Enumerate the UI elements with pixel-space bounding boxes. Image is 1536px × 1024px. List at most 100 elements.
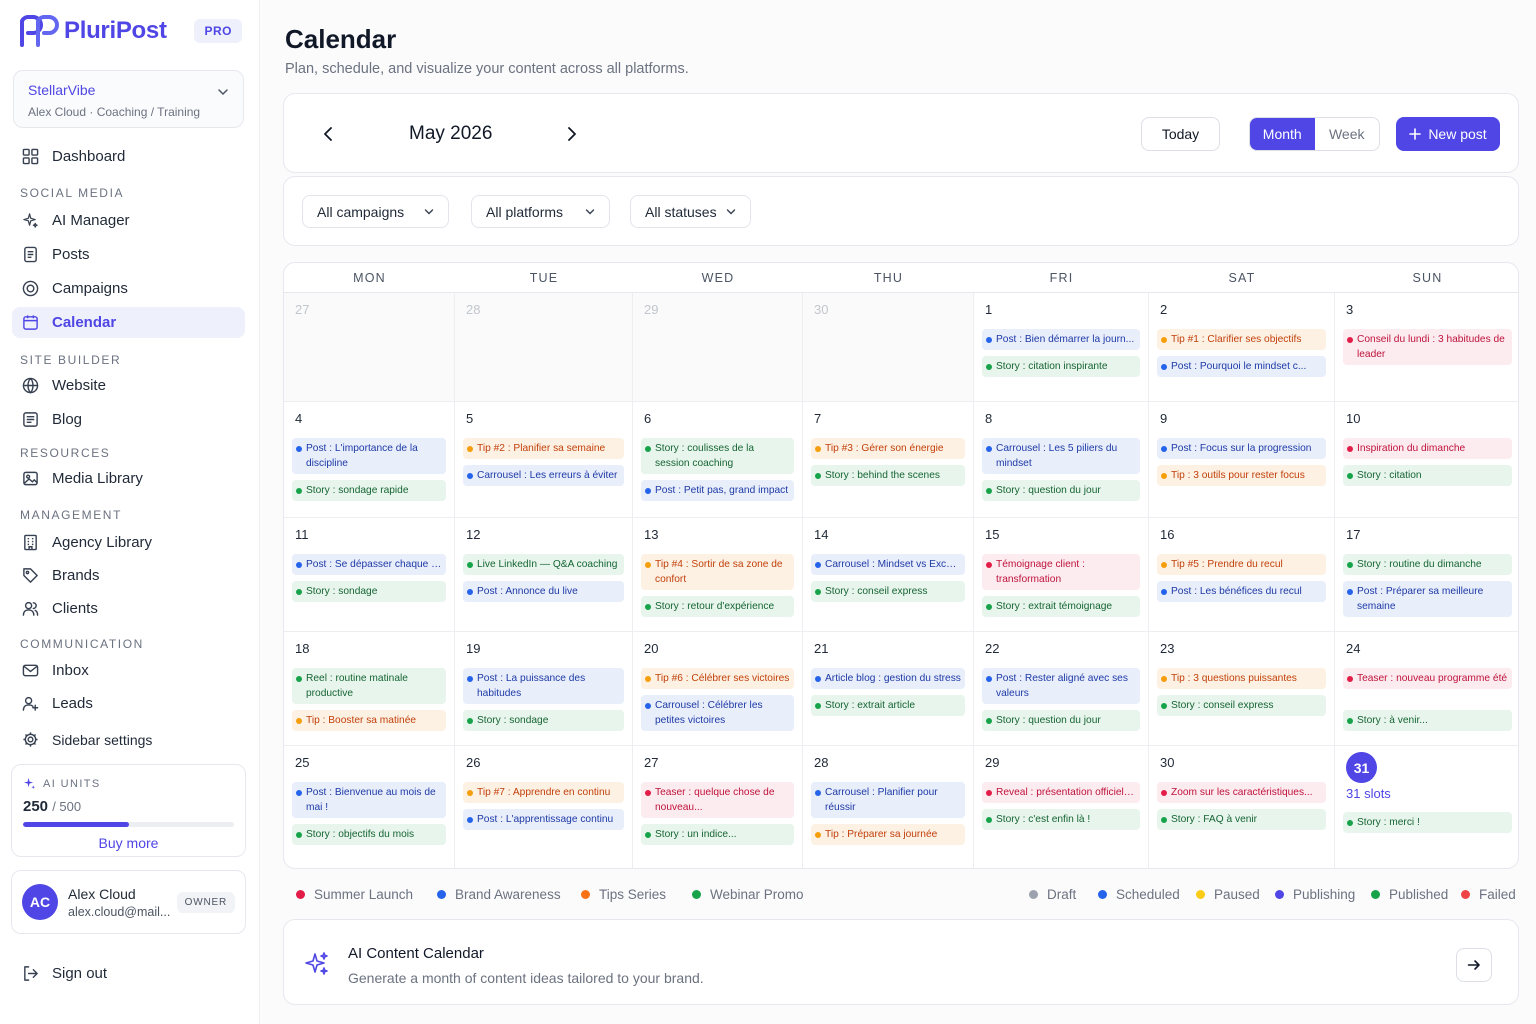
day-cell[interactable]: 16 Tip #5 : Prendre du recul Post : Les bé… xyxy=(1149,518,1335,632)
campaign-filter-select[interactable]: All campaigns xyxy=(302,195,449,228)
calendar-event[interactable]: Story : question du jour xyxy=(982,480,1140,501)
day-cell[interactable]: 4 Post : L'importance de la discipline Sto… xyxy=(284,402,455,518)
brand-logo[interactable]: PluriPost PRO xyxy=(18,14,242,48)
buy-more-link[interactable]: Buy more xyxy=(23,835,234,851)
calendar-event[interactable]: Article blog : gestion du stress xyxy=(811,668,965,689)
calendar-event[interactable]: Story : c'est enfin là ! xyxy=(982,809,1140,830)
nav-campaigns[interactable]: Campaigns xyxy=(12,273,245,304)
calendar-event[interactable]: Post : Les bénéfices du recul xyxy=(1157,581,1326,602)
day-cell[interactable]: 2 Tip #1 : Clarifier ses objectifs Post : … xyxy=(1149,293,1335,402)
calendar-event[interactable]: Story : conseil express xyxy=(1157,695,1326,716)
calendar-event[interactable]: Live LinkedIn — Q&A coaching xyxy=(463,554,624,575)
day-cell[interactable]: 27 Teaser : quelque chose de nouveau... St… xyxy=(633,746,803,868)
nav-dashboard[interactable]: Dashboard xyxy=(12,141,245,172)
calendar-event[interactable]: Teaser : nouveau programme été xyxy=(1343,668,1512,689)
view-week-button[interactable]: Week xyxy=(1315,118,1380,150)
chevron-left-icon[interactable] xyxy=(320,125,338,143)
calendar-event[interactable]: Carrousel : Mindset vs Excuses xyxy=(811,554,965,575)
day-cell[interactable]: 7 Tip #3 : Gérer son énergie Story : behin… xyxy=(803,402,974,518)
nav-clients[interactable]: Clients xyxy=(12,593,245,624)
calendar-event[interactable]: Tip #3 : Gérer son énergie xyxy=(811,438,965,459)
calendar-event[interactable]: Story : merci ! xyxy=(1343,812,1512,833)
calendar-event[interactable]: Teaser : quelque chose de nouveau... xyxy=(641,782,794,818)
calendar-event[interactable]: Carrousel : Célébrer les petites victoir… xyxy=(641,695,794,731)
day-cell[interactable]: 28 Carrousel : Planifier pour réussir Tip … xyxy=(803,746,974,868)
calendar-event[interactable]: Post : Bien démarrer la journ... xyxy=(982,329,1140,350)
calendar-event[interactable]: Story : extrait article xyxy=(811,695,965,716)
nav-media-library[interactable]: Media Library xyxy=(12,463,245,494)
calendar-event[interactable]: Tip : 3 questions puissantes xyxy=(1157,668,1326,689)
nav-agency-library[interactable]: Agency Library xyxy=(12,527,245,558)
calendar-event[interactable]: Conseil du lundi : 3 habitudes de leader xyxy=(1343,329,1512,365)
calendar-event[interactable]: Tip : Booster sa matinée xyxy=(292,710,446,731)
day-cell[interactable]: 11 Post : Se dépasser chaque jour Story : … xyxy=(284,518,455,632)
chevron-right-icon[interactable] xyxy=(562,125,580,143)
view-month-button[interactable]: Month xyxy=(1250,118,1315,150)
calendar-event[interactable]: Tip #1 : Clarifier ses objectifs xyxy=(1157,329,1326,350)
calendar-event[interactable]: Tip #4 : Sortir de sa zone de confort xyxy=(641,554,794,590)
day-cell[interactable]: 13 Tip #4 : Sortir de sa zone de confort S… xyxy=(633,518,803,632)
calendar-event[interactable]: Tip #6 : Célébrer ses victoires xyxy=(641,668,794,689)
calendar-event[interactable]: Story : extrait témoignage xyxy=(982,596,1140,617)
calendar-event[interactable]: Tip #5 : Prendre du recul xyxy=(1157,554,1326,575)
day-cell[interactable]: 31 31 slots Story : merci ! xyxy=(1335,746,1518,868)
user-profile-card[interactable]: AC Alex Cloud alex.cloud@mail... OWNER xyxy=(11,870,246,934)
day-cell[interactable]: 9 Post : Focus sur la progression Tip : 3 … xyxy=(1149,402,1335,518)
platform-filter-select[interactable]: All platforms xyxy=(471,195,610,228)
calendar-event[interactable]: Story : à venir... xyxy=(1343,710,1512,731)
calendar-event[interactable]: Post : La puissance des habitudes xyxy=(463,668,624,704)
nav-inbox[interactable]: Inbox xyxy=(12,655,245,686)
day-cell[interactable]: 5 Tip #2 : Planifier sa semaine Carrousel … xyxy=(455,402,633,518)
nav-calendar[interactable]: Calendar xyxy=(12,307,245,338)
day-cell[interactable]: 21 Article blog : gestion du stress Story … xyxy=(803,632,974,746)
calendar-event[interactable]: Post : L'apprentissage continu xyxy=(463,809,624,830)
nav-blog[interactable]: Blog xyxy=(12,404,245,435)
calendar-event[interactable]: Story : routine du dimanche xyxy=(1343,554,1512,575)
calendar-event[interactable]: Story : un indice... xyxy=(641,824,794,845)
calendar-event[interactable]: Story : conseil express xyxy=(811,581,965,602)
calendar-event[interactable]: Reel : routine matinale productive xyxy=(292,668,446,704)
calendar-event[interactable]: Story : sondage xyxy=(292,581,446,602)
day-cell[interactable]: 12 Live LinkedIn — Q&A coaching Post : Ann… xyxy=(455,518,633,632)
calendar-event[interactable]: Reveal : présentation officielle... xyxy=(982,782,1140,803)
calendar-event[interactable]: Tip : 3 outils pour rester focus xyxy=(1157,465,1326,486)
calendar-event[interactable]: Story : sondage xyxy=(463,710,624,731)
calendar-event[interactable]: Tip #7 : Apprendre en continu xyxy=(463,782,624,803)
day-cell[interactable]: 24 Teaser : nouveau programme été Story : … xyxy=(1335,632,1518,746)
day-cell[interactable]: 29 xyxy=(633,293,803,402)
day-cell[interactable]: 26 Tip #7 : Apprendre en continu Post : L'… xyxy=(455,746,633,868)
calendar-event[interactable]: Story : retour d'expérience xyxy=(641,596,794,617)
day-cell[interactable]: 14 Carrousel : Mindset vs Excuses Story : … xyxy=(803,518,974,632)
day-cell[interactable]: 6 Story : coulisses de la session coachin… xyxy=(633,402,803,518)
calendar-event[interactable]: Carrousel : Les 5 piliers du mindset xyxy=(982,438,1140,474)
calendar-event[interactable]: Story : behind the scenes xyxy=(811,465,965,486)
day-cell[interactable]: 28 xyxy=(455,293,633,402)
day-cell[interactable]: 30 Zoom sur les caractéristiques... Story … xyxy=(1149,746,1335,868)
calendar-event[interactable]: Témoignage client : transformation xyxy=(982,554,1140,590)
calendar-event[interactable]: Story : question du jour xyxy=(982,710,1140,731)
status-filter-select[interactable]: All statuses xyxy=(630,195,751,228)
day-cell[interactable]: 15 Témoignage client : transformation Stor… xyxy=(974,518,1149,632)
calendar-event[interactable]: Post : Pourquoi le mindset c... xyxy=(1157,356,1326,377)
calendar-event[interactable]: Zoom sur les caractéristiques... xyxy=(1157,782,1326,803)
calendar-event[interactable]: Carrousel : Les erreurs à éviter xyxy=(463,465,624,486)
calendar-event[interactable]: Story : coulisses de la session coaching xyxy=(641,438,794,474)
day-cell[interactable]: 20 Tip #6 : Célébrer ses victoires Carrous… xyxy=(633,632,803,746)
calendar-event[interactable]: Post : Annonce du live xyxy=(463,581,624,602)
day-cell[interactable]: 17 Story : routine du dimanche Post : Prép… xyxy=(1335,518,1518,632)
sign-out-button[interactable]: Sign out xyxy=(12,958,245,989)
calendar-event[interactable]: Post : Rester aligné avec ses valeurs xyxy=(982,668,1140,704)
calendar-event[interactable]: Post : Focus sur la progression xyxy=(1157,438,1326,459)
day-cell[interactable]: 18 Reel : routine matinale productive Tip … xyxy=(284,632,455,746)
calendar-event[interactable]: Post : Petit pas, grand impact xyxy=(641,480,794,501)
calendar-event[interactable]: Carrousel : Planifier pour réussir xyxy=(811,782,965,818)
nav-ai-manager[interactable]: AI Manager xyxy=(12,205,245,236)
today-button[interactable]: Today xyxy=(1141,117,1220,151)
day-cell[interactable]: 25 Post : Bienvenue au mois de mai ! Story… xyxy=(284,746,455,868)
day-cell[interactable]: 30 xyxy=(803,293,974,402)
nav-website[interactable]: Website xyxy=(12,370,245,401)
nav-posts[interactable]: Posts xyxy=(12,239,245,270)
calendar-event[interactable]: Post : L'importance de la discipline xyxy=(292,438,446,474)
calendar-event[interactable]: Post : Se dépasser chaque jour xyxy=(292,554,446,575)
calendar-event[interactable]: Post : Préparer sa meilleure semaine xyxy=(1343,581,1512,617)
